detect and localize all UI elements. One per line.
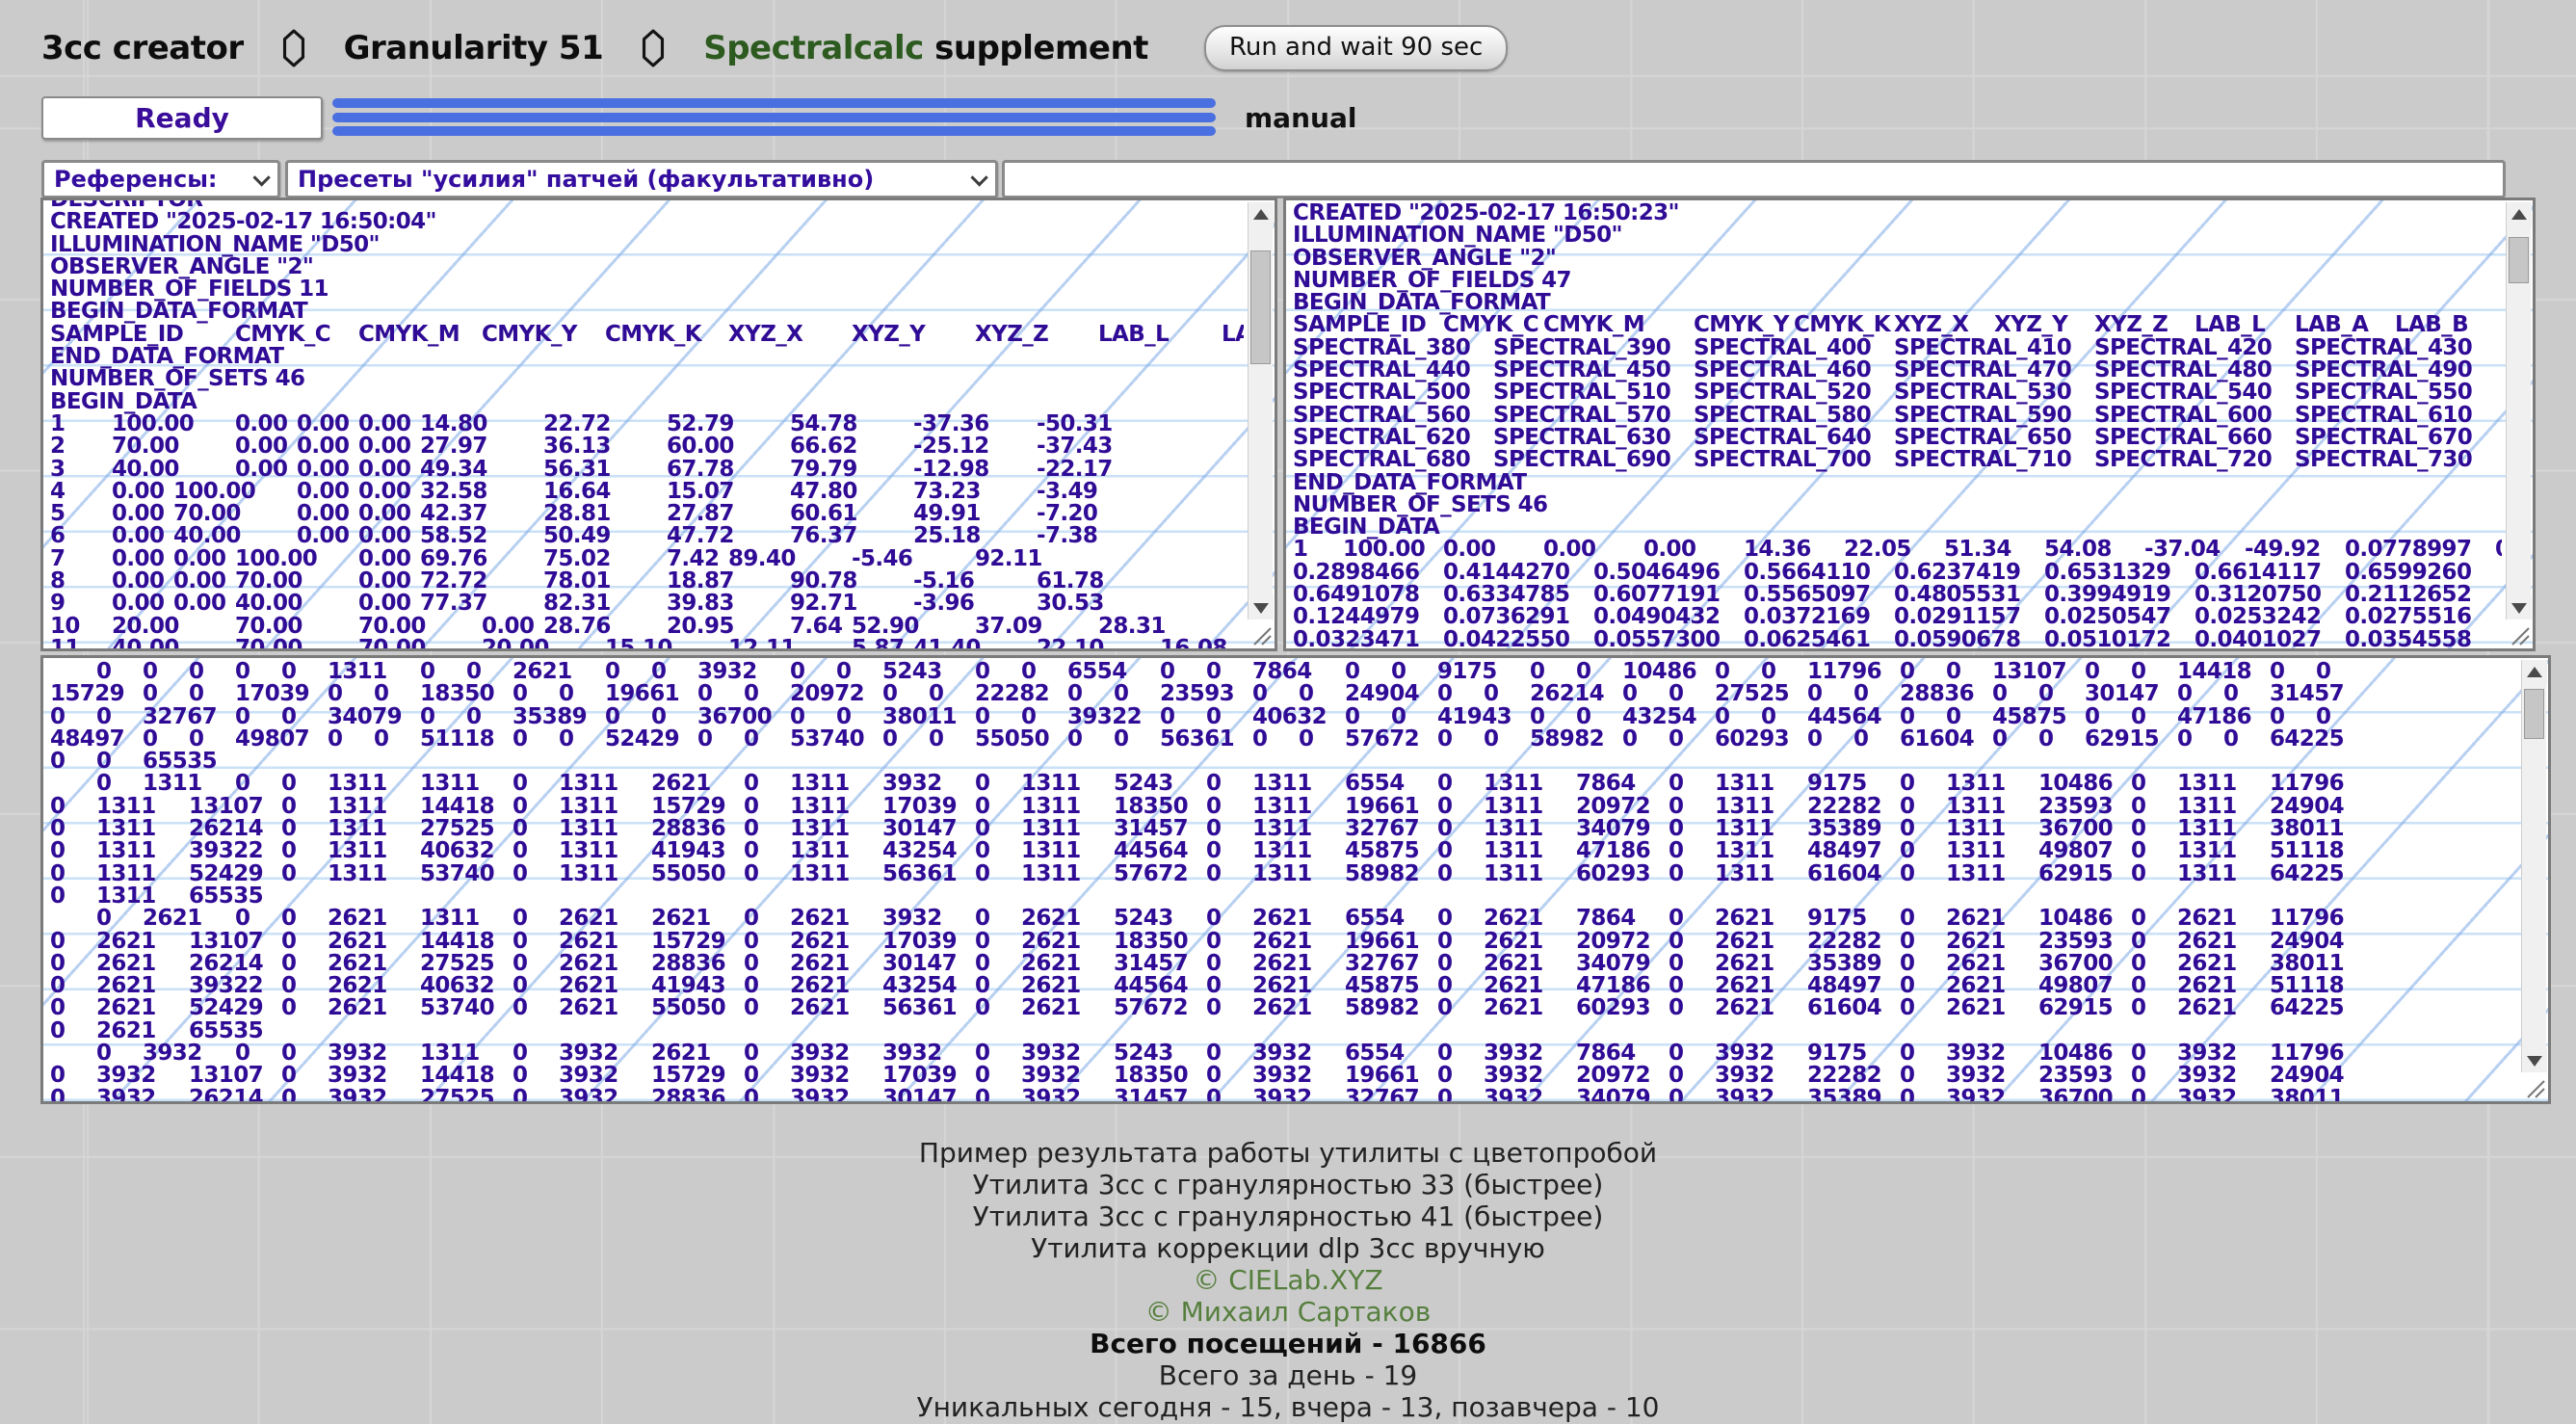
right-panel-scrollbar[interactable] xyxy=(2506,202,2531,620)
bottom-panel-scrollbar[interactable] xyxy=(2521,660,2546,1072)
supplement-suffix: supplement xyxy=(924,29,1148,67)
footer-link-dlp-correction[interactable]: Утилита коррекции dlp 3cc вручную xyxy=(0,1232,2576,1264)
progress-bar xyxy=(332,98,1216,108)
scroll-thumb[interactable] xyxy=(1250,251,1271,364)
scroll-up-button[interactable] xyxy=(1249,202,1274,227)
chevron-down-icon xyxy=(252,169,270,186)
patch-input[interactable] xyxy=(1002,160,2506,198)
status-ready-label: Ready xyxy=(135,102,229,134)
footer-copyright-author[interactable]: © Михаил Сартаков xyxy=(0,1296,2576,1328)
references-select-label: Референсы: xyxy=(54,166,218,193)
header: 3cc creator Granularity 51 Spectralcalc … xyxy=(41,25,1508,71)
spectralcalc-label: Spectralcalc xyxy=(703,29,924,67)
triangle-up-icon xyxy=(1253,209,1269,220)
right-data-text: CREATED "2025-02-17 16:50:23" ILLUMINATI… xyxy=(1293,202,2502,648)
bottom-data-textarea[interactable]: 0 0 0 0 0 1311 0 0 2621 0 0 3932 0 0 524… xyxy=(40,655,2551,1104)
chevron-down-icon xyxy=(970,169,987,186)
presets-select-label: Пресеты "усилия" патчей (факультативно) xyxy=(298,166,874,193)
footer-copyright-site[interactable]: © CIELab.XYZ xyxy=(0,1264,2576,1296)
progress-bar xyxy=(332,126,1216,136)
footer: Пример результата работы утилиты с цвето… xyxy=(0,1137,2576,1423)
scroll-down-button[interactable] xyxy=(1249,594,1274,620)
triangle-down-icon xyxy=(2511,603,2527,614)
scroll-thumb[interactable] xyxy=(2509,237,2529,283)
scroll-up-button[interactable] xyxy=(2522,660,2547,685)
references-select[interactable]: Референсы: xyxy=(41,160,280,198)
resize-handle-icon[interactable] xyxy=(2507,622,2530,646)
hexagon-outline-icon xyxy=(642,29,665,67)
presets-select[interactable]: Пресеты "усилия" патчей (факультативно) xyxy=(285,160,998,198)
footer-stats-unique: Уникальных сегодня - 15, вчера - 13, поз… xyxy=(0,1391,2576,1423)
mode-label: manual xyxy=(1245,102,1356,134)
app-title: 3cc creator xyxy=(41,29,244,67)
left-data-textarea[interactable]: DESCRIPTOR CREATED "2025-02-17 16:50:04"… xyxy=(40,198,1277,651)
page: { "header": { "title": "3cc creator", "g… xyxy=(0,0,2576,1424)
triangle-down-icon xyxy=(1253,603,1269,614)
granularity-label: Granularity 51 xyxy=(344,29,604,67)
progress-bar xyxy=(332,113,1216,122)
footer-link-granularity-33[interactable]: Утилита 3cc с гранулярностью 33 (быстрее… xyxy=(0,1169,2576,1200)
right-data-textarea[interactable]: CREATED "2025-02-17 16:50:23" ILLUMINATI… xyxy=(1283,198,2536,651)
scroll-down-button[interactable] xyxy=(2507,594,2532,620)
hexagon-outline-icon xyxy=(282,29,305,67)
footer-link-proof-example[interactable]: Пример результата работы утилиты с цвето… xyxy=(0,1137,2576,1169)
bottom-data-text: 0 0 0 0 0 1311 0 0 2621 0 0 3932 0 0 524… xyxy=(50,661,2517,1101)
scroll-down-button[interactable] xyxy=(2522,1047,2547,1072)
triangle-down-icon xyxy=(2527,1056,2542,1067)
left-data-text: DESCRIPTOR CREATED "2025-02-17 16:50:04"… xyxy=(50,198,1244,648)
resize-handle-icon[interactable] xyxy=(2522,1075,2545,1098)
scroll-up-button[interactable] xyxy=(2507,202,2532,227)
supplement-label: Spectralcalc supplement xyxy=(703,29,1148,67)
run-button[interactable]: Run and wait 90 sec xyxy=(1204,25,1508,71)
triangle-up-icon xyxy=(2511,209,2527,220)
footer-link-granularity-41[interactable]: Утилита 3cc с гранулярностью 41 (быстрее… xyxy=(0,1200,2576,1232)
left-panel-scrollbar[interactable] xyxy=(1248,202,1273,620)
footer-stats-day: Всего за день - 19 xyxy=(0,1359,2576,1391)
footer-stats-total: Всего посещений - 16866 xyxy=(0,1328,2576,1359)
resize-handle-icon[interactable] xyxy=(1249,622,1272,646)
triangle-up-icon xyxy=(2527,667,2542,677)
status-ready-box: Ready xyxy=(41,96,323,140)
scroll-thumb[interactable] xyxy=(2524,689,2544,739)
